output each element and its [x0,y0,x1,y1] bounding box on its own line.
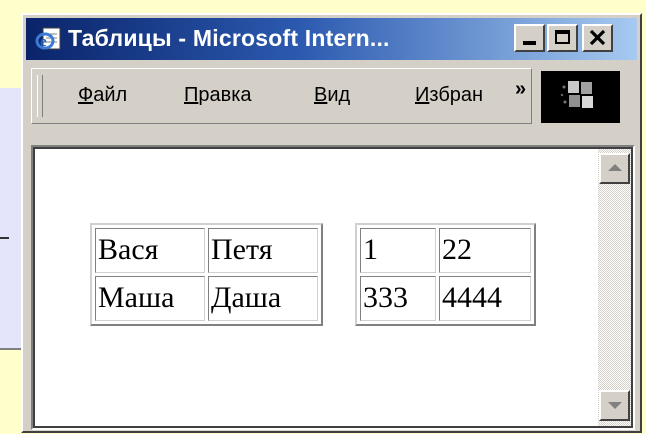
browser-window: e Таблицы - Microsoft Intern... Файл Пра… [21,13,642,433]
page-viewport: Вася Петя Маша Даша 1 22 333 4444 [31,145,635,430]
table-cell: 22 [439,228,531,273]
scroll-down-button[interactable] [599,390,630,421]
toolbar-grip[interactable] [37,75,43,117]
menu-file[interactable]: Файл [78,84,127,107]
menu-edit[interactable]: Правка [184,84,252,107]
maximize-button[interactable] [547,24,578,52]
close-button[interactable] [582,24,613,52]
table-cell: 1 [360,228,436,273]
table-row: Вася Петя [95,228,318,273]
table-row: 333 4444 [360,276,531,321]
vertical-scrollbar[interactable] [598,149,631,426]
window-title: Таблицы - Microsoft Intern... [68,25,390,51]
menu-view[interactable]: Вид [314,84,350,107]
table-cell: Маша [95,276,205,321]
table-cell: 4444 [439,276,531,321]
menu-bar: Файл Правка Вид Избран » [31,68,532,124]
table-row: Маша Даша [95,276,318,321]
svg-text:e: e [40,34,47,50]
scroll-up-button[interactable] [599,153,630,184]
windows-logo-icon [541,71,620,123]
table-cell: Вася [95,228,205,273]
table-cell: 333 [360,276,436,321]
ie-page-icon: e [35,27,61,50]
table-row: 1 22 [360,228,531,273]
close-icon [589,29,606,46]
slide-dash-mark [0,237,9,239]
title-bar[interactable]: e Таблицы - Microsoft Intern... [26,18,637,60]
minimize-button[interactable] [514,24,545,52]
minimize-icon [523,41,536,45]
numbers-table: 1 22 333 4444 [355,223,536,326]
scroll-down-arrow-icon [608,402,622,409]
maximize-icon [555,30,570,44]
menu-overflow-chevron[interactable]: » [515,78,526,101]
table-cell: Даша [208,276,318,321]
names-table: Вася Петя Маша Даша [90,223,323,326]
scroll-up-arrow-icon [608,164,622,171]
table-cell: Петя [208,228,318,273]
menu-favorites[interactable]: Избран [415,84,515,107]
page-content: Вася Петя Маша Даша 1 22 333 4444 [35,149,598,426]
